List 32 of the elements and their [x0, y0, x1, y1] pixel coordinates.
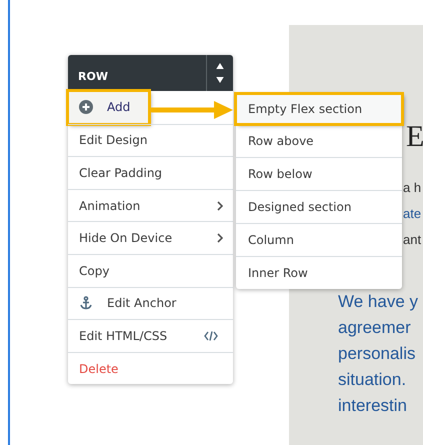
chevron-right-icon — [217, 233, 223, 244]
menu-item[interactable]: Edit Anchor — [68, 286, 233, 320]
code-icon — [204, 330, 218, 341]
text-line: ate — [403, 205, 422, 223]
plus-circle-icon — [79, 100, 93, 114]
menu-item[interactable]: Hide On Device — [68, 221, 233, 254]
text-line: personalis — [338, 343, 416, 365]
submenu-item[interactable]: Empty Flex section — [236, 94, 402, 124]
menu-item[interactable]: Edit Design — [68, 124, 233, 156]
page-heading: E — [406, 119, 423, 155]
text-line: ant — [403, 231, 422, 249]
text-line: We have y — [338, 291, 420, 313]
submenu-item[interactable]: Row below — [236, 157, 402, 190]
menu-title: ROW — [77, 68, 109, 82]
text-line: interestin — [338, 395, 408, 417]
text-line: situation. — [338, 369, 408, 391]
submenu-item[interactable]: Column — [236, 223, 402, 256]
move-down-icon[interactable] — [216, 77, 224, 83]
submenu-item[interactable]: Inner Row — [236, 256, 402, 289]
chevron-right-icon — [217, 200, 223, 211]
anchor-icon — [79, 296, 93, 310]
text-line: a h — [403, 179, 422, 197]
move-up-icon[interactable] — [216, 63, 224, 69]
submenu-item[interactable]: Designed section — [236, 190, 402, 223]
menu-item[interactable]: Copy — [68, 254, 233, 287]
menu-item[interactable]: Delete — [68, 352, 233, 384]
text-line: agreemer — [338, 317, 412, 339]
menu-item[interactable]: Edit HTML/CSS — [68, 319, 233, 352]
menu-item[interactable]: Animation — [68, 188, 233, 222]
submenu-item[interactable]: Row above — [236, 124, 402, 157]
menu-item[interactable]: Clear Padding — [68, 156, 233, 189]
menu-item[interactable]: Add — [68, 91, 149, 124]
